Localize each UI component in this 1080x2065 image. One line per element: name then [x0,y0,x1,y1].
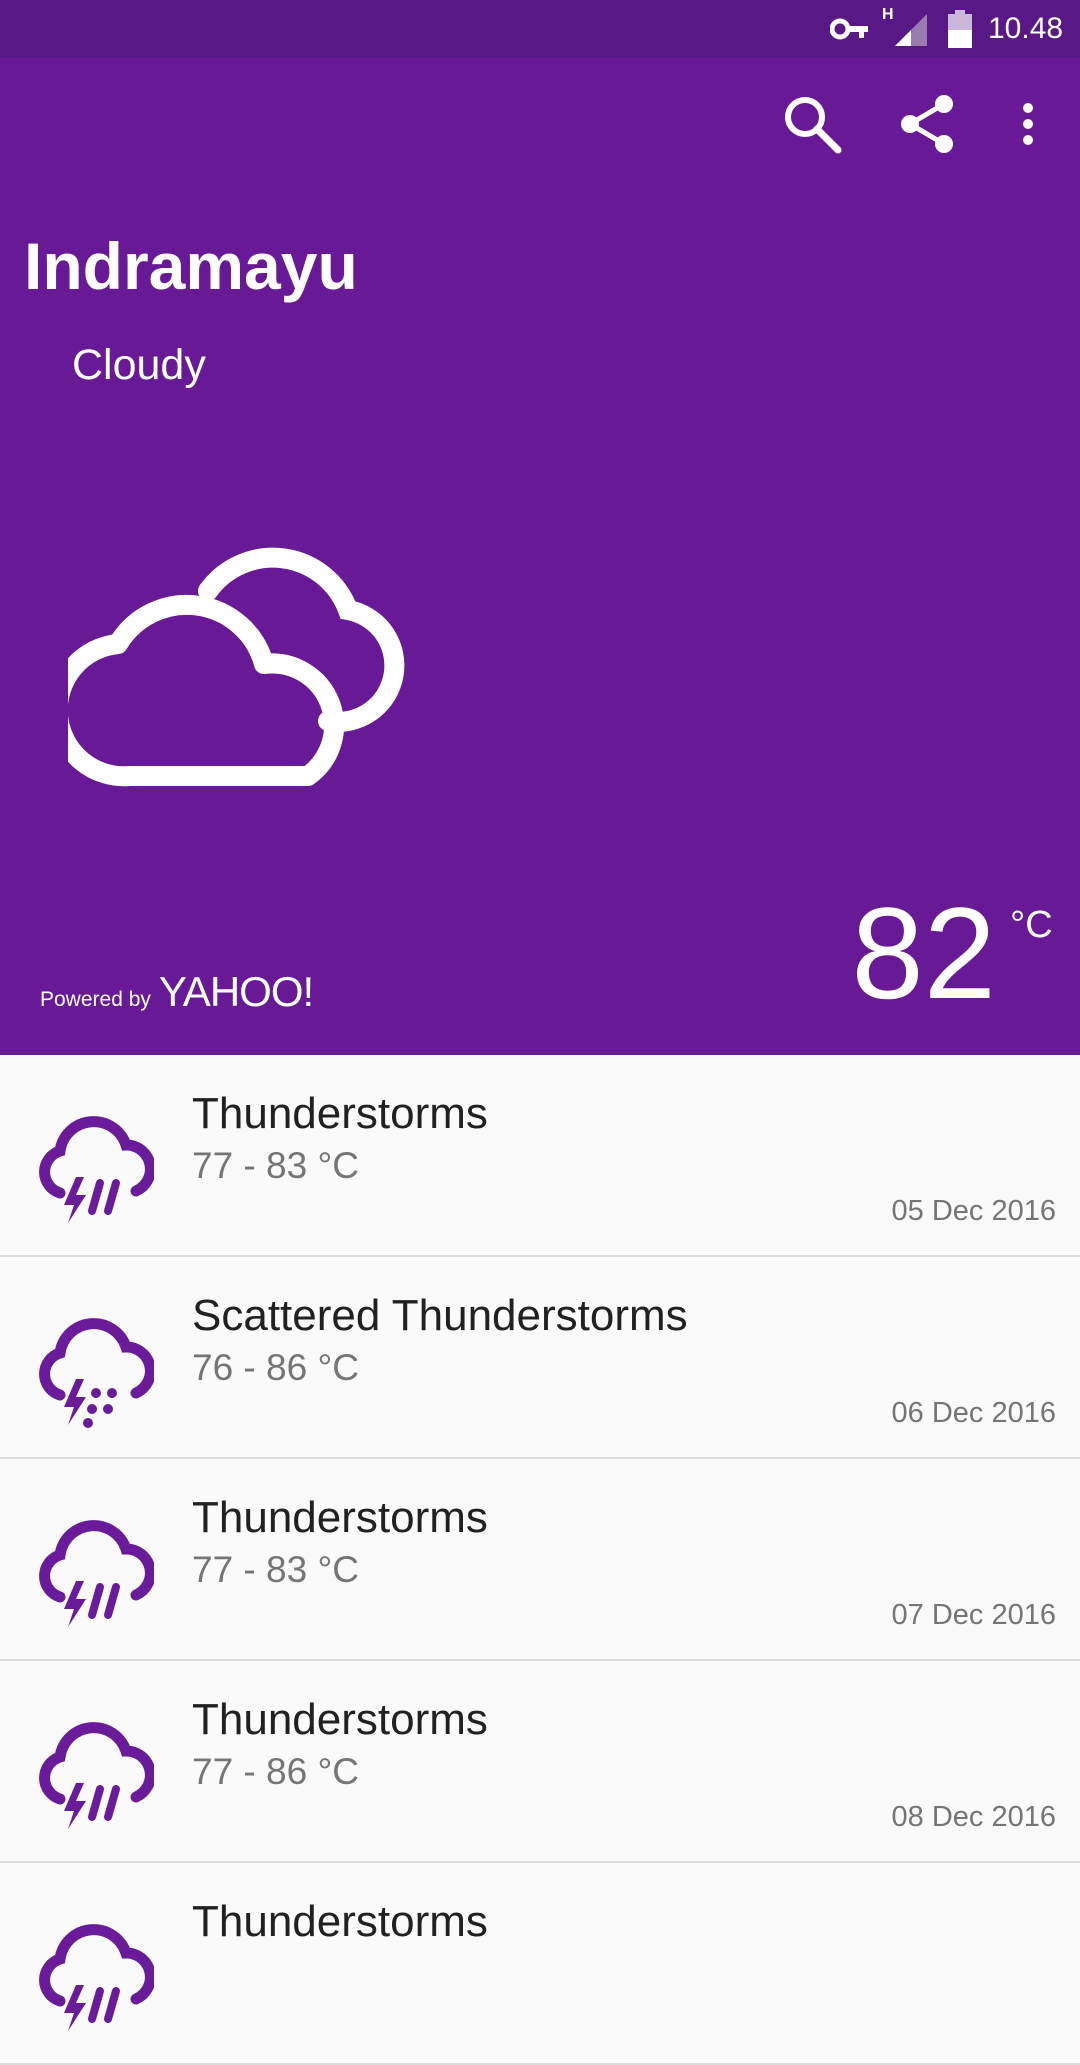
search-button[interactable] [772,84,852,164]
search-icon [785,97,842,154]
forecast-date: 06 Dec 2016 [891,1397,1056,1429]
forecast-row[interactable]: Thunderstorms [0,1863,1080,2065]
forecast-temp-range: 76 - 86 °C [192,1347,359,1388]
status-bar: H 10.48 [0,0,1080,58]
more-vert-icon [1023,103,1033,145]
share-icon [901,95,953,153]
temperature-unit: °C [1010,904,1053,946]
cloudy-icon [68,547,405,787]
current-temperature: 82 [851,880,996,1026]
forecast-date: 07 Dec 2016 [891,1599,1056,1631]
current-weather-header: Indramayu Cloudy Powered by YAHOO! 82 °C [0,58,1080,1055]
current-condition: Cloudy [72,341,206,389]
forecast-temp-range: 77 - 83 °C [192,1145,359,1186]
share-button[interactable] [888,84,968,164]
signal-icon [895,14,927,46]
powered-by-yahoo: Powered by YAHOO! [40,968,314,1016]
forecast-row[interactable]: Thunderstorms 77 - 83 °C 05 Dec 2016 [0,1055,1080,1257]
forecast-row[interactable]: Scattered Thunderstorms 76 - 86 °C 06 De… [0,1257,1080,1459]
yahoo-logo: YAHOO! [158,968,314,1015]
network-type-label: H [882,6,894,23]
forecast-date: 08 Dec 2016 [891,1801,1056,1833]
clock: 10.48 [988,12,1064,45]
battery-icon [948,10,972,48]
city-name: Indramayu [24,229,358,303]
powered-by-label: Powered by [40,988,151,1011]
thunderstorm-icon [39,1116,154,1223]
forecast-row[interactable]: Thunderstorms 77 - 83 °C 07 Dec 2016 [0,1459,1080,1661]
forecast-date: 05 Dec 2016 [891,1195,1056,1227]
forecast-row[interactable]: Thunderstorms 77 - 86 °C 08 Dec 2016 [0,1661,1080,1863]
forecast-condition: Thunderstorms [192,1493,488,1542]
thunderstorm-icon [39,1722,154,1829]
thunderstorm-icon [39,1924,154,2031]
vpn-key-icon [830,18,868,40]
thunderstorm-icon [39,1520,154,1627]
forecast-condition: Thunderstorms [192,1695,488,1744]
overflow-menu-button[interactable] [1000,84,1056,164]
forecast-condition: Thunderstorms [192,1897,488,1946]
forecast-condition: Thunderstorms [192,1089,488,1138]
forecast-list: Thunderstorms 77 - 83 °C 05 Dec 2016 Sca… [0,1055,1080,2065]
forecast-condition: Scattered Thunderstorms [192,1291,688,1340]
forecast-temp-range: 77 - 86 °C [192,1751,359,1792]
scattered-thunderstorm-icon [39,1318,154,1428]
forecast-temp-range: 77 - 83 °C [192,1549,359,1590]
